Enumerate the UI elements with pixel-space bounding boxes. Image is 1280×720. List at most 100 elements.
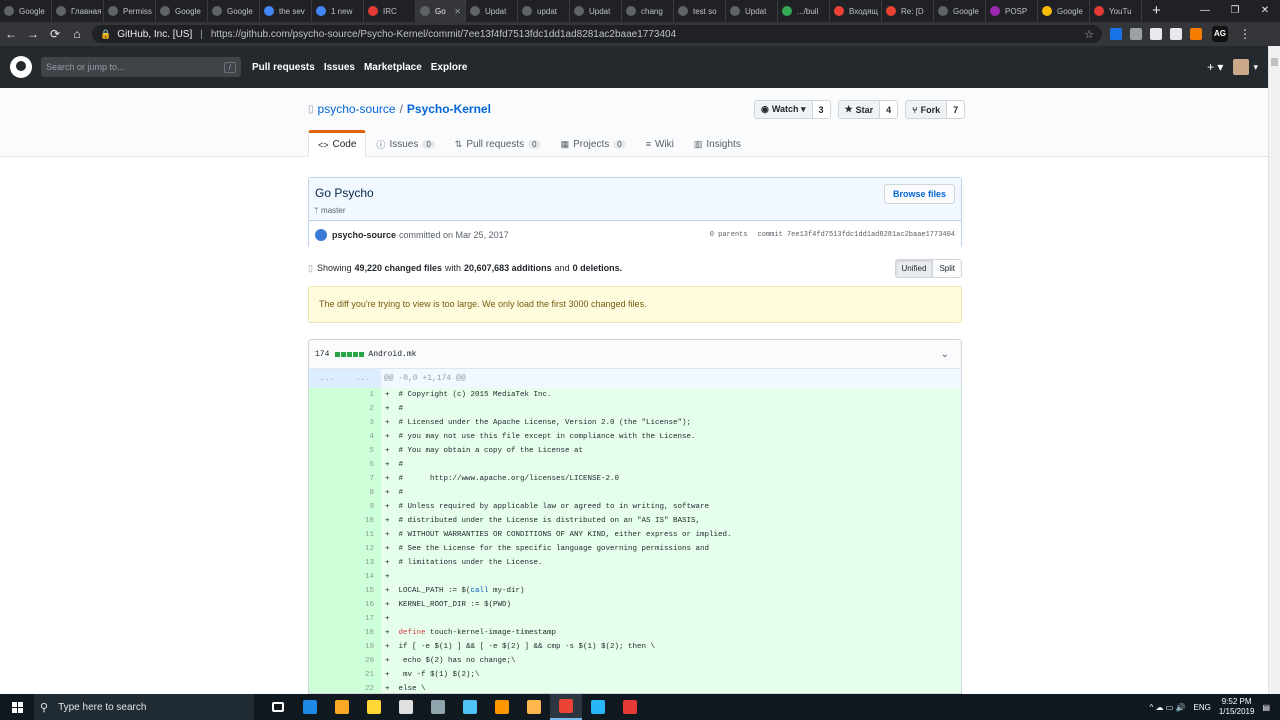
taskbar-app-chrome[interactable] bbox=[550, 694, 582, 720]
old-line-number[interactable] bbox=[309, 682, 345, 693]
old-line-number[interactable] bbox=[309, 584, 345, 598]
nav-marketplace[interactable]: Marketplace bbox=[364, 62, 422, 73]
reload-button[interactable]: ⟳ bbox=[44, 27, 66, 41]
site-identity[interactable]: GitHub, Inc. [US] bbox=[117, 29, 192, 40]
browser-tab[interactable]: Permiss bbox=[104, 0, 156, 22]
star-count[interactable]: 4 bbox=[880, 100, 899, 119]
browser-tab[interactable]: Google bbox=[1038, 0, 1090, 22]
taskbar-app-app-blue[interactable] bbox=[454, 694, 486, 720]
browse-files-button[interactable]: Browse files bbox=[883, 184, 955, 204]
start-button[interactable] bbox=[0, 694, 34, 720]
tab-code[interactable]: <> Code bbox=[308, 130, 367, 157]
tab-pull-requests[interactable]: ⇅ Pull requests 0 bbox=[445, 130, 551, 157]
taskbar-app-store[interactable] bbox=[358, 694, 390, 720]
new-line-number[interactable]: 12 bbox=[345, 542, 381, 556]
new-line-number[interactable]: 21 bbox=[345, 668, 381, 682]
browser-tab[interactable]: 1 new bbox=[312, 0, 364, 22]
old-line-number[interactable] bbox=[309, 528, 345, 542]
extension-icon[interactable] bbox=[1150, 28, 1162, 40]
new-line-number[interactable]: 7 bbox=[345, 472, 381, 486]
split-button[interactable]: Split bbox=[933, 258, 962, 278]
expand-right[interactable]: ... bbox=[345, 369, 381, 388]
new-line-number[interactable]: 11 bbox=[345, 528, 381, 542]
taskbar-app-vlc[interactable] bbox=[486, 694, 518, 720]
new-line-number[interactable]: 14 bbox=[345, 570, 381, 584]
extension-icon[interactable] bbox=[1170, 28, 1182, 40]
old-line-number[interactable] bbox=[309, 388, 345, 402]
taskbar-app-steam[interactable] bbox=[422, 694, 454, 720]
old-line-number[interactable] bbox=[309, 570, 345, 584]
new-line-number[interactable]: 20 bbox=[345, 654, 381, 668]
watch-count[interactable]: 3 bbox=[812, 100, 831, 119]
url-text[interactable]: https://github.com/psycho-source/Psycho-… bbox=[211, 29, 676, 40]
old-line-number[interactable] bbox=[309, 416, 345, 430]
tab-issues[interactable]: ⓘ Issues 0 bbox=[366, 130, 444, 157]
tab-close-icon[interactable]: ✕ bbox=[454, 7, 461, 16]
new-line-number[interactable]: 19 bbox=[345, 640, 381, 654]
extension-icon[interactable] bbox=[1130, 28, 1142, 40]
browser-tab[interactable]: Google bbox=[0, 0, 52, 22]
tab-wiki[interactable]: ≡ Wiki bbox=[636, 130, 684, 157]
browser-tab[interactable]: IRC bbox=[364, 0, 416, 22]
old-line-number[interactable] bbox=[309, 640, 345, 654]
old-line-number[interactable] bbox=[309, 612, 345, 626]
author-avatar[interactable] bbox=[315, 228, 327, 241]
old-line-number[interactable] bbox=[309, 402, 345, 416]
file-name[interactable]: Android.mk bbox=[368, 350, 416, 359]
tab-projects[interactable]: ▦ Projects 0 bbox=[551, 130, 636, 157]
repo-name-link[interactable]: Psycho-Kernel bbox=[407, 102, 491, 116]
new-line-number[interactable]: 16 bbox=[345, 598, 381, 612]
taskbar-app-explorer[interactable] bbox=[326, 694, 358, 720]
taskbar-app-mail[interactable] bbox=[390, 694, 422, 720]
nav-pull-requests[interactable]: Pull requests bbox=[252, 62, 315, 73]
browser-tab[interactable]: Главная bbox=[52, 0, 104, 22]
close-window-button[interactable]: ✕ bbox=[1250, 0, 1280, 22]
create-new-dropdown[interactable]: + ▾ bbox=[1207, 60, 1223, 74]
browser-tab[interactable]: Google bbox=[156, 0, 208, 22]
old-line-number[interactable] bbox=[309, 654, 345, 668]
old-line-number[interactable] bbox=[309, 556, 345, 570]
new-line-number[interactable]: 15 bbox=[345, 584, 381, 598]
scrollbar-thumb[interactable] bbox=[1271, 58, 1278, 66]
address-bar[interactable]: 🔒 GitHub, Inc. [US] | https://github.com… bbox=[92, 25, 1102, 43]
github-logo-icon[interactable] bbox=[10, 56, 32, 78]
tab-insights[interactable]: ▥ Insights bbox=[684, 130, 751, 157]
old-line-number[interactable] bbox=[309, 668, 345, 682]
old-line-number[interactable] bbox=[309, 542, 345, 556]
bookmark-star-icon[interactable]: ☆ bbox=[1084, 28, 1094, 41]
old-line-number[interactable] bbox=[309, 626, 345, 640]
new-line-number[interactable]: 22 bbox=[345, 682, 381, 693]
new-line-number[interactable]: 17 bbox=[345, 612, 381, 626]
browser-tab[interactable]: Updat bbox=[466, 0, 518, 22]
clock[interactable]: 9:52 PM 1/15/2019 bbox=[1219, 697, 1255, 717]
input-language[interactable]: ENG bbox=[1194, 703, 1211, 712]
extension-icon[interactable] bbox=[1110, 28, 1122, 40]
new-line-number[interactable]: 4 bbox=[345, 430, 381, 444]
fork-count[interactable]: 7 bbox=[947, 100, 966, 119]
summary-changed-files[interactable]: 49,220 changed files bbox=[354, 263, 442, 273]
new-line-number[interactable]: 6 bbox=[345, 458, 381, 472]
browser-tab[interactable]: Re: [D bbox=[882, 0, 934, 22]
browser-tab[interactable]: POSP bbox=[986, 0, 1038, 22]
browser-tab[interactable]: Go ✕ bbox=[416, 0, 466, 22]
notification-icon[interactable]: ▤ bbox=[1262, 703, 1270, 712]
new-line-number[interactable]: 9 bbox=[345, 500, 381, 514]
new-line-number[interactable]: 2 bbox=[345, 402, 381, 416]
new-line-number[interactable]: 18 bbox=[345, 626, 381, 640]
taskbar-app-task-view[interactable] bbox=[262, 694, 294, 720]
browser-tab[interactable]: Google bbox=[208, 0, 260, 22]
old-line-number[interactable] bbox=[309, 458, 345, 472]
tray-icons[interactable]: ^ ☁ ▭ 🔊 bbox=[1150, 703, 1186, 712]
collapse-chevron-icon[interactable]: ⌄ bbox=[941, 349, 949, 360]
page-scrollbar[interactable] bbox=[1268, 46, 1280, 694]
browser-tab[interactable]: updat bbox=[518, 0, 570, 22]
forward-button[interactable]: → bbox=[22, 27, 44, 41]
taskbar-app-git[interactable] bbox=[518, 694, 550, 720]
watch-button[interactable]: ◉ Watch ▾ bbox=[754, 100, 813, 119]
new-line-number[interactable]: 5 bbox=[345, 444, 381, 458]
browser-tab[interactable]: .../buil bbox=[778, 0, 830, 22]
maximize-button[interactable]: ❐ bbox=[1220, 0, 1250, 22]
search-input[interactable]: Search or jump to... / bbox=[41, 57, 241, 77]
old-line-number[interactable] bbox=[309, 472, 345, 486]
star-button[interactable]: ★ Star bbox=[837, 100, 881, 119]
